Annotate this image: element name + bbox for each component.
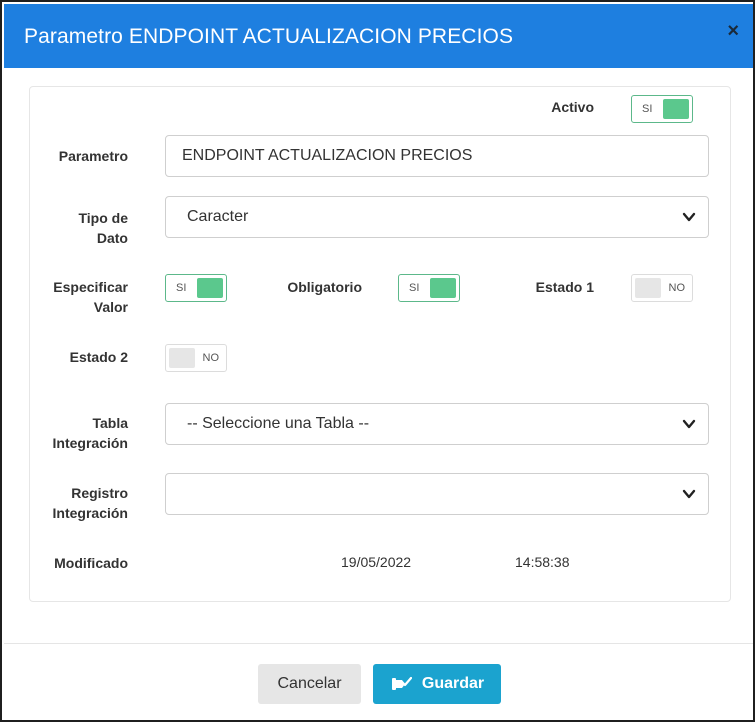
estado2-toggle[interactable]: NO: [165, 344, 227, 372]
toggle-knob: [663, 99, 689, 119]
especificar-valor-toggle[interactable]: SI: [165, 274, 227, 302]
obligatorio-label: Obligatorio: [287, 279, 362, 295]
save-button[interactable]: Guardar: [373, 664, 501, 704]
close-icon[interactable]: ×: [727, 21, 739, 41]
activo-toggle-text: SI: [642, 103, 653, 115]
parametro-label: Parametro: [58, 148, 128, 164]
tipo-dato-label: Tipo de Dato: [32, 208, 128, 248]
obligatorio-toggle-text: SI: [409, 282, 420, 294]
toggle-knob: [169, 348, 195, 368]
registro-integracion-label-line2: Integración: [52, 505, 128, 521]
cancel-button[interactable]: Cancelar: [258, 664, 361, 704]
modificado-time: 14:58:38: [515, 554, 570, 570]
chevron-down-icon: [682, 419, 696, 429]
especificar-valor-label-line1: Especificar: [53, 279, 128, 295]
especificar-valor-label: Especificar Valor: [32, 277, 128, 317]
obligatorio-toggle[interactable]: SI: [398, 274, 460, 302]
chevron-down-icon: [682, 212, 696, 222]
especificar-valor-label-line2: Valor: [93, 299, 128, 315]
estado1-label: Estado 1: [535, 279, 594, 295]
parameter-dialog: Parametro ENDPOINT ACTUALIZACION PRECIOS…: [0, 0, 755, 722]
cancel-button-label: Cancelar: [277, 675, 342, 692]
toggle-knob: [635, 278, 661, 298]
especificar-valor-toggle-text: SI: [176, 282, 187, 294]
modificado-label: Modificado: [54, 555, 128, 571]
tipo-dato-select[interactable]: Caracter: [165, 196, 709, 238]
registro-integracion-label: Registro Integración: [32, 483, 128, 523]
tipo-dato-value: Caracter: [187, 208, 249, 225]
tabla-integracion-label-line1: Tabla: [92, 415, 128, 431]
dialog-title: Parametro ENDPOINT ACTUALIZACION PRECIOS: [24, 25, 514, 48]
parametro-value: ENDPOINT ACTUALIZACION PRECIOS: [182, 147, 473, 164]
activo-toggle[interactable]: SI: [631, 95, 693, 123]
toggle-knob: [197, 278, 223, 298]
estado2-label: Estado 2: [69, 349, 128, 365]
parametro-input[interactable]: ENDPOINT ACTUALIZACION PRECIOS: [165, 135, 709, 177]
estado1-toggle-text: NO: [668, 282, 686, 294]
registro-integracion-select[interactable]: [165, 473, 709, 515]
footer-divider: [4, 643, 753, 644]
estado2-toggle-text: NO: [202, 352, 220, 364]
estado1-toggle[interactable]: NO: [631, 274, 693, 302]
chevron-down-icon: [682, 489, 696, 499]
tabla-integracion-label-line2: Integración: [52, 435, 128, 451]
dialog-header: Parametro ENDPOINT ACTUALIZACION PRECIOS…: [4, 4, 753, 68]
toggle-knob: [430, 278, 456, 298]
tipo-dato-label-line2: Dato: [96, 230, 128, 246]
save-icon: [391, 676, 412, 690]
save-button-label: Guardar: [421, 675, 485, 692]
tipo-dato-label-line1: Tipo de: [78, 210, 128, 226]
modificado-date: 19/05/2022: [341, 554, 412, 570]
tabla-integracion-value: -- Seleccione una Tabla --: [187, 415, 370, 432]
registro-integracion-label-line1: Registro: [71, 485, 128, 501]
activo-label: Activo: [551, 99, 594, 115]
tabla-integracion-select[interactable]: -- Seleccione una Tabla --: [165, 403, 709, 445]
tabla-integracion-label: Tabla Integración: [32, 413, 128, 453]
